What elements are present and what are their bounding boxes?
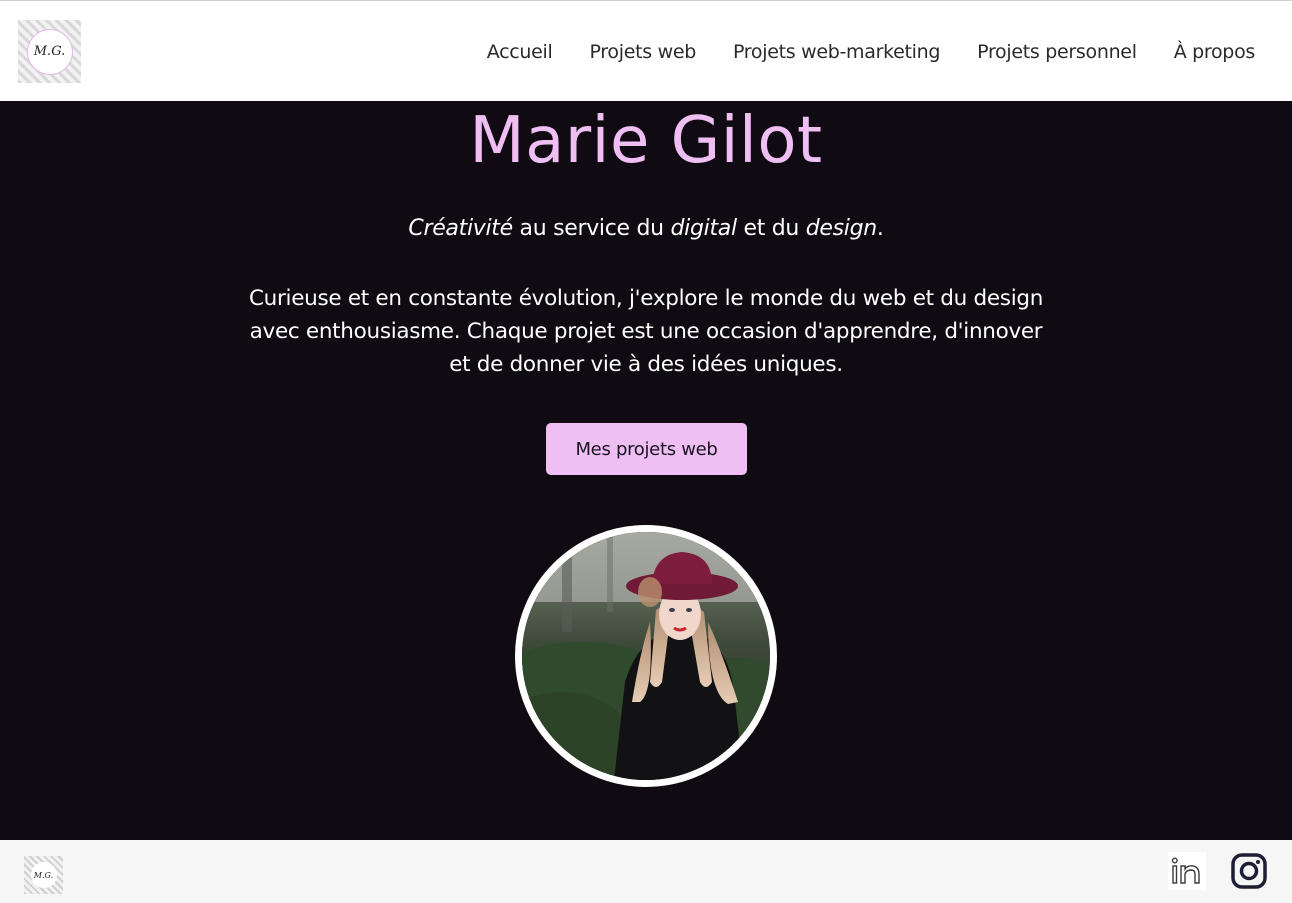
portrait-illustration: [522, 532, 770, 780]
site-header: M.G. Accueil Projets web Projets web-mar…: [0, 0, 1292, 101]
nav-a-propos[interactable]: À propos: [1174, 41, 1256, 63]
logo[interactable]: M.G.: [18, 20, 81, 83]
nav-projets-web[interactable]: Projets web: [589, 41, 696, 63]
tagline-word-creativite: Créativité: [408, 216, 513, 241]
linkedin-icon[interactable]: [1168, 852, 1206, 890]
tagline-word-design: design: [805, 216, 877, 241]
logo-monogram: M.G.: [26, 28, 73, 75]
site-footer: M.G.: [0, 840, 1292, 903]
nav-projets-personnel[interactable]: Projets personnel: [977, 41, 1137, 63]
tagline-text: au service du: [512, 216, 671, 241]
footer-logo-monogram: M.G.: [30, 862, 57, 888]
projects-button[interactable]: Mes projets web: [546, 423, 747, 475]
hero-tagline: Créativité au service du digital et du d…: [0, 216, 1292, 241]
instagram-icon[interactable]: [1230, 852, 1268, 890]
tagline-text: .: [876, 216, 884, 241]
tagline-word-digital: digital: [670, 216, 737, 241]
main-nav: Accueil Projets web Projets web-marketin…: [487, 1, 1256, 102]
hero-intro: Curieuse et en constante évolution, j'ex…: [248, 286, 1044, 377]
nav-projets-web-marketing[interactable]: Projets web-marketing: [733, 41, 940, 63]
nav-accueil[interactable]: Accueil: [487, 41, 553, 63]
hero-title: Marie Gilot: [469, 104, 823, 178]
footer-logo[interactable]: M.G.: [24, 856, 63, 894]
tagline-text: et du: [736, 216, 806, 241]
profile-photo: [515, 525, 777, 787]
